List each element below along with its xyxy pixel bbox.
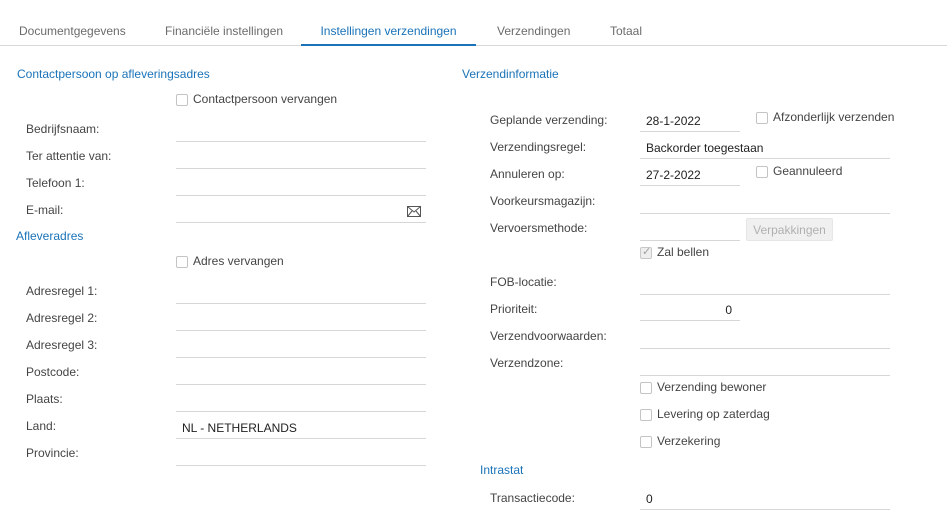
priority-field[interactable]: 0 — [640, 299, 740, 321]
postcode-label: Postcode: — [26, 365, 80, 379]
insurance-label: Verzekering — [657, 434, 721, 448]
tab-instellingen-verzendingen[interactable]: Instellingen verzendingen — [301, 0, 476, 46]
transaction-code-label: Transactiecode: — [490, 491, 575, 505]
separate-shipping-label: Afzonderlijk verzenden — [773, 110, 895, 124]
tab-bar: Documentgegevens Financiële instellingen… — [0, 0, 947, 46]
address-line1-field[interactable] — [176, 282, 426, 304]
packages-button[interactable]: Verpakkingen — [746, 218, 833, 241]
will-call-checkbox[interactable] — [640, 245, 652, 259]
country-select[interactable]: NL - NETHERLANDS — [176, 417, 426, 439]
province-field[interactable] — [176, 444, 426, 466]
priority-label: Prioriteit: — [490, 302, 538, 316]
address-override-checkbox[interactable] — [176, 256, 188, 268]
residential-delivery-checkbox[interactable] — [640, 382, 652, 394]
attention-label: Ter attentie van: — [26, 149, 112, 163]
will-call-label: Zal bellen — [657, 245, 710, 259]
country-label: Land: — [26, 419, 57, 433]
cancel-on-label: Annuleren op: — [490, 167, 565, 181]
envelope-icon[interactable] — [407, 206, 421, 217]
contact-section-title: Contactpersoon op afleveringsadres — [17, 67, 210, 81]
fob-location-label: FOB-locatie: — [490, 275, 557, 289]
address-line3-label: Adresregel 3: — [26, 338, 98, 352]
cancelled-label: Geannuleerd — [773, 164, 843, 178]
saturday-delivery-label: Levering op zaterdag — [657, 407, 770, 421]
tab-totaal[interactable]: Totaal — [610, 0, 642, 45]
shipping-terms-field[interactable] — [640, 327, 890, 349]
province-label: Provincie: — [26, 446, 79, 460]
address-line2-label: Adresregel 2: — [26, 311, 98, 325]
tab-financiele-instellingen[interactable]: Financiële instellingen — [165, 0, 283, 45]
transaction-code-field[interactable]: 0 — [640, 488, 890, 510]
insurance-checkbox[interactable] — [640, 436, 652, 448]
shipping-terms-label: Verzendvoorwaarden: — [490, 329, 607, 343]
fob-location-field[interactable] — [640, 273, 890, 295]
tab-documentgegevens[interactable]: Documentgegevens — [19, 0, 126, 45]
phone-label: Telefoon 1: — [26, 176, 85, 190]
planned-shipping-label: Geplande verzending: — [490, 113, 608, 127]
address-line3-field[interactable] — [176, 336, 426, 358]
email-field[interactable] — [176, 201, 426, 223]
shipping-zone-field[interactable] — [640, 354, 890, 376]
shipping-zone-label: Verzendzone: — [490, 356, 564, 370]
preferred-warehouse-label: Voorkeursmagazijn: — [490, 194, 596, 208]
shipping-rule-label: Verzendingsregel: — [490, 140, 587, 154]
separate-shipping-checkbox[interactable] — [756, 112, 768, 124]
contact-override-checkbox[interactable] — [176, 94, 188, 106]
cancelled-checkbox[interactable] — [756, 166, 768, 178]
company-label: Bedrijfsnaam: — [26, 122, 100, 136]
postcode-field[interactable] — [176, 363, 426, 385]
company-field[interactable] — [176, 120, 426, 142]
residential-delivery-label: Verzending bewoner — [657, 380, 767, 394]
shipping-section-title: Verzendinformatie — [462, 67, 559, 81]
intrastat-section-title: Intrastat — [480, 463, 524, 477]
address-override-label: Adres vervangen — [193, 254, 284, 268]
phone-field[interactable] — [176, 174, 426, 196]
email-label: E-mail: — [26, 203, 64, 217]
address-section-title: Afleveradres — [16, 229, 84, 243]
address-line1-label: Adresregel 1: — [26, 284, 98, 298]
planned-shipping-date-field[interactable]: 28-1-2022 — [640, 110, 740, 132]
shipping-rule-select[interactable]: Backorder toegestaan — [640, 137, 890, 159]
preferred-warehouse-field[interactable] — [640, 192, 890, 214]
carrier-label: Vervoersmethode: — [490, 221, 588, 235]
city-label: Plaats: — [26, 392, 63, 406]
attention-field[interactable] — [176, 147, 426, 169]
city-field[interactable] — [176, 390, 426, 412]
contact-override-label: Contactpersoon vervangen — [193, 92, 338, 106]
address-line2-field[interactable] — [176, 309, 426, 331]
carrier-field[interactable] — [640, 219, 740, 241]
tab-verzendingen[interactable]: Verzendingen — [497, 0, 570, 45]
saturday-delivery-checkbox[interactable] — [640, 409, 652, 421]
cancel-on-date-field[interactable]: 27-2-2022 — [640, 164, 740, 186]
